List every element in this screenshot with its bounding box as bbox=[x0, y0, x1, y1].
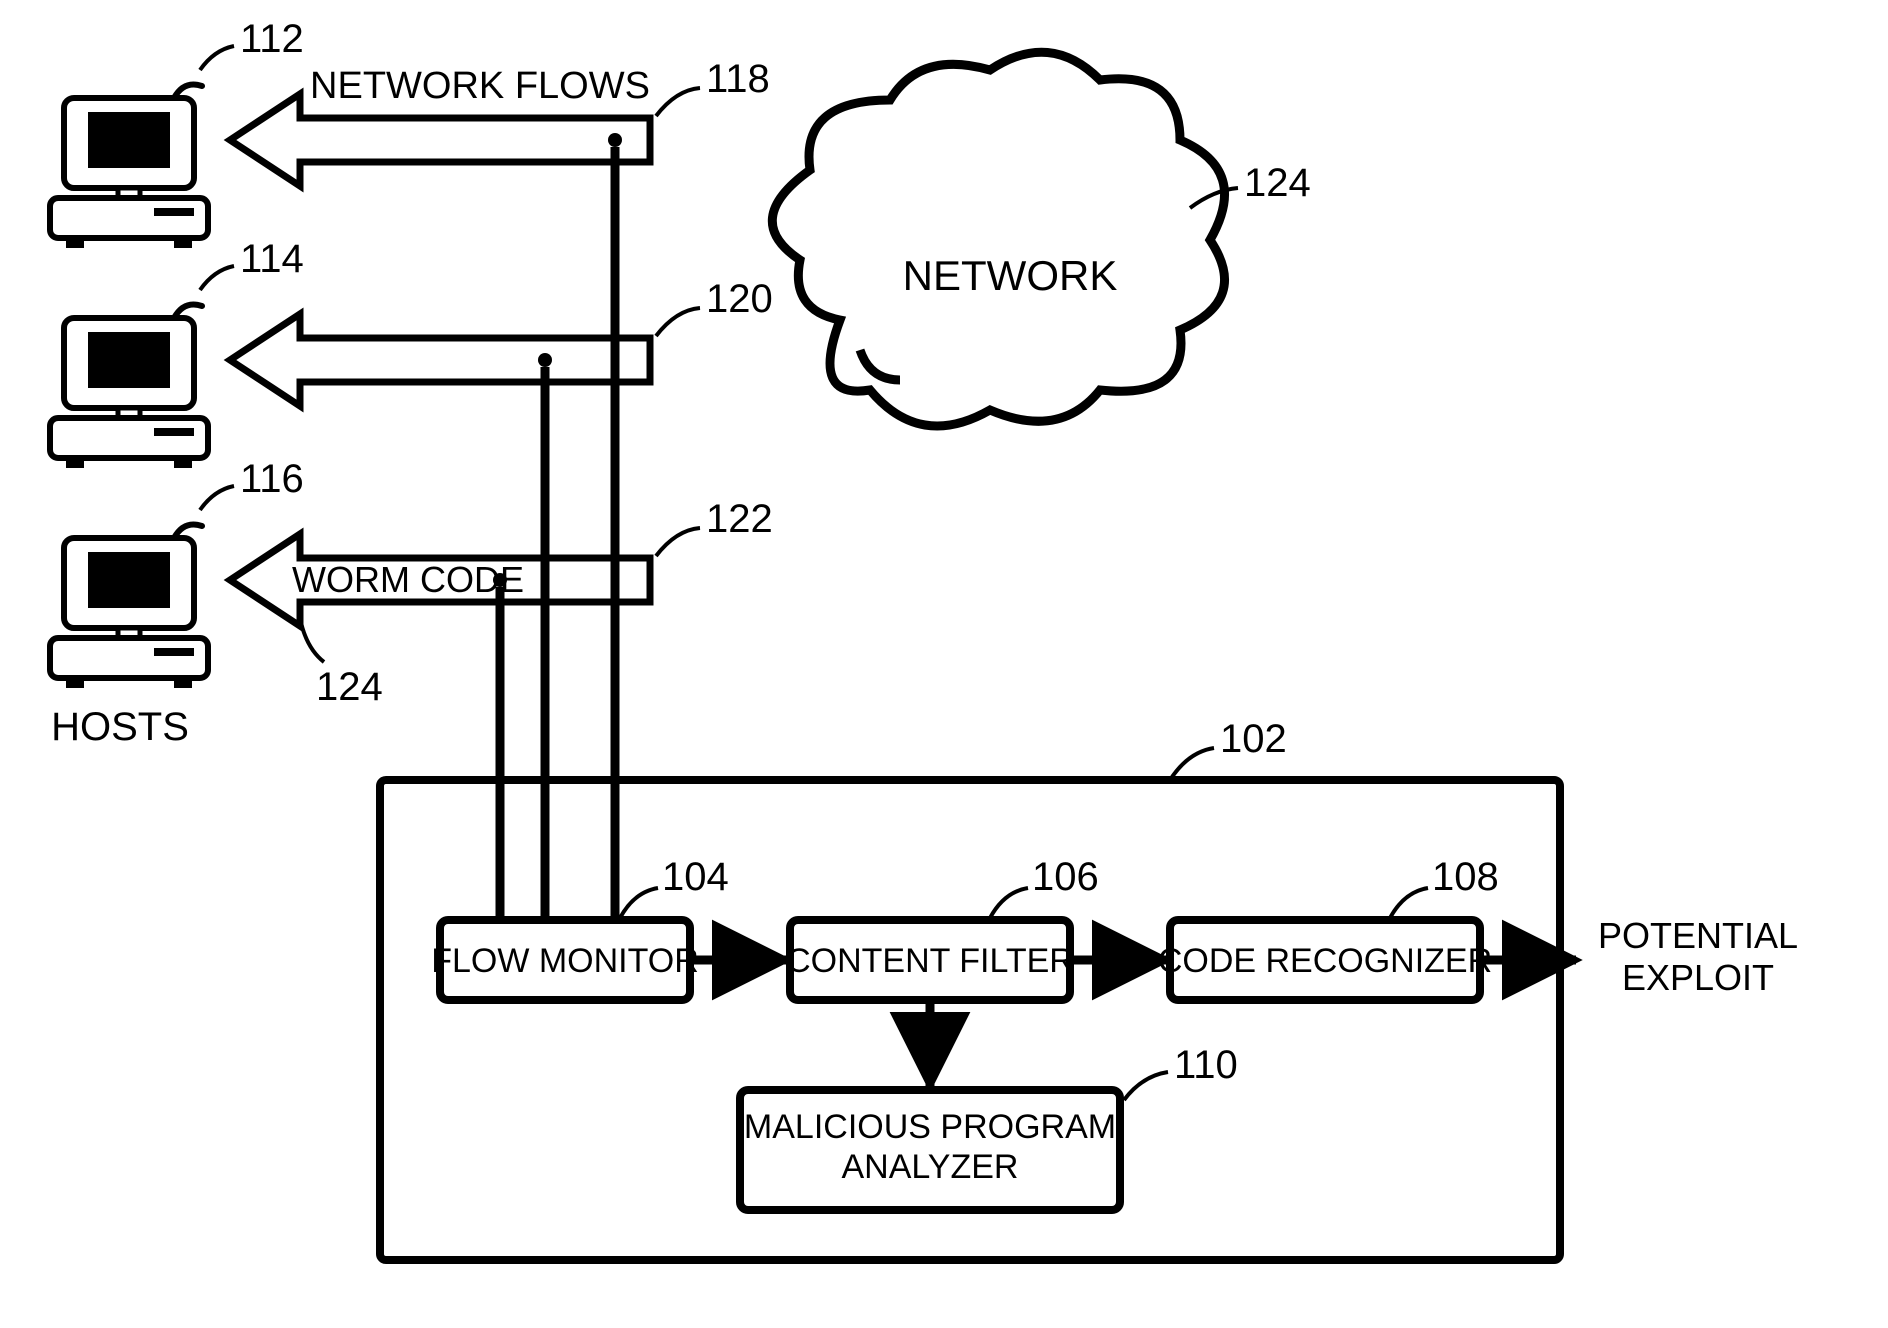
ref-116: 116 bbox=[240, 457, 304, 501]
ref-106: 106 bbox=[1032, 855, 1099, 899]
ref-leader-120 bbox=[656, 308, 700, 336]
ref-leader-118 bbox=[656, 88, 700, 116]
ref-120: 120 bbox=[706, 277, 773, 321]
ref-leader-110 bbox=[1124, 1072, 1168, 1100]
tap-dot-122 bbox=[493, 573, 507, 587]
ref-108: 108 bbox=[1432, 855, 1499, 899]
ref-118: 118 bbox=[706, 57, 770, 101]
host-computer-1 bbox=[50, 85, 208, 249]
host-computer-3 bbox=[50, 525, 208, 689]
analyzer-label-2: ANALYZER bbox=[842, 1148, 1019, 1186]
flow-monitor-label: FLOW MONITOR bbox=[431, 942, 699, 980]
ref-leader-122 bbox=[656, 528, 700, 556]
ref-124-arrow: 124 bbox=[316, 665, 383, 709]
code-recognizer-label: CODE RECOGNIZER bbox=[1158, 942, 1492, 980]
ref-112: 112 bbox=[240, 17, 304, 61]
content-filter-label: CONTENT FILTER bbox=[786, 942, 1074, 980]
worm-code-label: WORM CODE bbox=[292, 559, 524, 600]
ref-leader-108 bbox=[1390, 888, 1428, 918]
arrow-network-flows bbox=[230, 94, 650, 186]
diagram-root: 112 114 116 HOSTS NETWORK FLOWS 118 120 … bbox=[0, 0, 1888, 1328]
arrow-120 bbox=[230, 314, 650, 406]
ref-104: 104 bbox=[662, 855, 729, 899]
network-label: NETWORK bbox=[903, 252, 1118, 299]
ref-114: 114 bbox=[240, 237, 304, 281]
network-cloud bbox=[772, 52, 1224, 426]
output-label-2: EXPLOIT bbox=[1622, 957, 1774, 998]
ref-leader-124-arrow bbox=[300, 618, 324, 662]
host-computer-2 bbox=[50, 305, 208, 469]
ref-leader-104 bbox=[620, 888, 658, 918]
ref-leader-116 bbox=[200, 486, 234, 510]
ref-leader-102 bbox=[1170, 748, 1214, 780]
network-flows-label: NETWORK FLOWS bbox=[310, 65, 650, 107]
ref-leader-112 bbox=[200, 46, 234, 70]
ref-110: 110 bbox=[1174, 1043, 1238, 1087]
ref-leader-114 bbox=[200, 266, 234, 290]
tap-dot-118 bbox=[608, 133, 622, 147]
ref-leader-106 bbox=[990, 888, 1028, 918]
tap-dot-120 bbox=[538, 353, 552, 367]
analyzer-label-1: MALICIOUS PROGRAM bbox=[744, 1108, 1116, 1146]
ref-cloud-124: 124 bbox=[1244, 161, 1311, 205]
ref-122: 122 bbox=[706, 497, 773, 541]
output-label-1: POTENTIAL bbox=[1598, 915, 1798, 956]
hosts-label: HOSTS bbox=[51, 705, 189, 749]
ref-102: 102 bbox=[1220, 717, 1287, 761]
